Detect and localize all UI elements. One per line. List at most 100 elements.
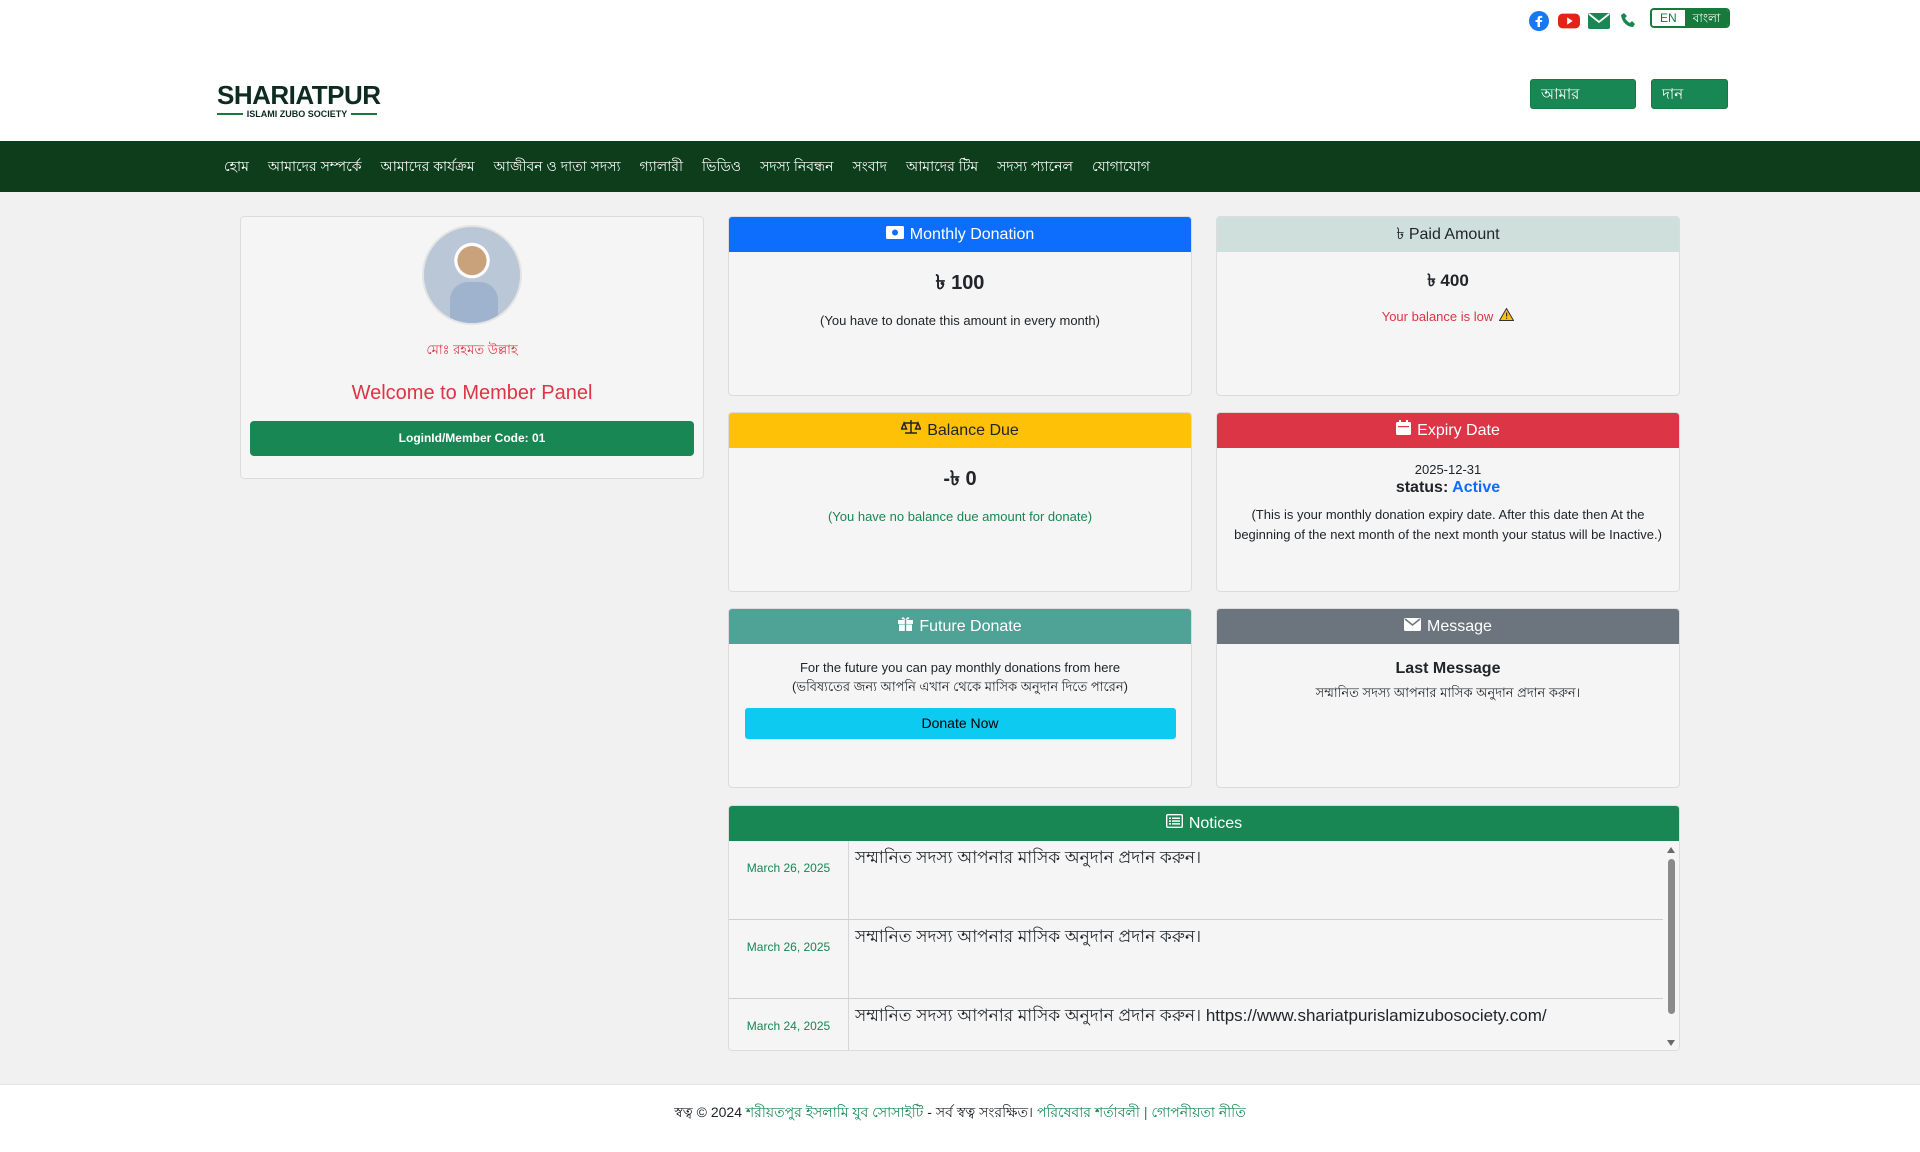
- footer-terms-link[interactable]: পরিষেবার শর্তাবলী: [1037, 1104, 1140, 1120]
- nav-gallery[interactable]: গ্যালারী: [640, 155, 684, 179]
- paid-amount-value: ৳ 400: [1427, 271, 1469, 290]
- balance-due-note: (You have no balance due amount for dona…: [827, 509, 1093, 524]
- language-switch: EN বাংলা: [1650, 8, 1731, 28]
- gift-icon: [898, 609, 914, 644]
- expiry-date-value: 2025-12-31: [1414, 462, 1482, 477]
- future-donate-line1: For the future you can pay monthly donat…: [799, 660, 1121, 675]
- balance-due-title: Balance Due: [927, 422, 1019, 439]
- status-line: status: Active: [1217, 479, 1679, 497]
- notice-text: সম্মানিত সদস্য আপনার মাসিক অনুদান প্রদান…: [855, 927, 1202, 946]
- donate-button[interactable]: দান করুন: [1651, 79, 1728, 133]
- message-title: Message: [1427, 618, 1492, 635]
- future-donate-title: Future Donate: [919, 618, 1022, 635]
- notice-row[interactable]: March 26, 2025 সম্মানিত সদস্য আপনার মাসি…: [729, 920, 1665, 999]
- notice-row[interactable]: March 24, 2025 সম্মানিত সদস্য আপনার মাসি…: [729, 999, 1665, 1050]
- balance-due-header: Balance Due: [729, 413, 1191, 448]
- youtube-icon[interactable]: [1558, 10, 1580, 32]
- balance-low-warning: Your balance is low: [1217, 307, 1679, 324]
- footer-rights: - সর্ব স্বত্ব সংরক্ষিত।: [927, 1104, 1033, 1120]
- profile-card: মোঃ রহমত উল্লাহ Welcome to Member Panel …: [240, 216, 704, 479]
- phone-icon[interactable]: [1618, 10, 1640, 32]
- paid-amount-header: ৳ Paid Amount: [1217, 217, 1679, 252]
- footer-copyright: স্বত্ব © 2024: [674, 1104, 742, 1120]
- footer: স্বত্ব © 2024 শরীয়তপুর ইসলামি যুব সোসাই…: [0, 1084, 1920, 1152]
- logo-divider: [217, 113, 243, 115]
- nav-activities[interactable]: আমাদের কার্যক্রম: [381, 155, 475, 179]
- lang-en-button[interactable]: EN: [1652, 10, 1685, 26]
- notice-row[interactable]: March 26, 2025 সম্মানিত সদস্য আপনার মাসি…: [729, 841, 1665, 920]
- money-icon: [885, 217, 904, 252]
- nav-our-team[interactable]: আমাদের টিম: [906, 155, 978, 179]
- status-value: Active: [1452, 479, 1501, 496]
- future-donate-card: Future Donate For the future you can pay…: [728, 608, 1192, 788]
- email-icon[interactable]: [1588, 10, 1610, 32]
- notices-header: Notices: [729, 806, 1679, 841]
- balance-low-text: Your balance is low: [1381, 308, 1494, 324]
- future-donate-header: Future Donate: [729, 609, 1191, 644]
- monthly-donation-card: Monthly Donation ৳ 100 (You have to dona…: [728, 216, 1192, 396]
- envelope-icon: [1404, 609, 1422, 644]
- monthly-donation-note: (You have to donate this amount in every…: [820, 313, 1100, 328]
- nav-member-registration[interactable]: সদস্য নিবন্ধন: [760, 155, 833, 179]
- avatar: [422, 225, 522, 325]
- lang-bn-button[interactable]: বাংলা: [1684, 10, 1729, 26]
- footer-org-link[interactable]: শরীয়তপুর ইসলামি যুব সোসাইটি: [746, 1104, 923, 1120]
- list-icon: [1165, 806, 1183, 841]
- calendar-icon: [1396, 413, 1412, 448]
- footer-privacy-link[interactable]: গোপনীয়তা নীতি: [1151, 1104, 1245, 1120]
- welcome-text: Welcome to Member Panel: [351, 382, 593, 404]
- balance-due-amount: -৳ 0: [943, 468, 977, 490]
- nav-contact[interactable]: যোগাযোগ: [1092, 155, 1150, 179]
- member-name: মোঃ রহমত উল্লাহ: [426, 342, 518, 357]
- login-code-badge: LoginId/Member Code: 01: [250, 421, 694, 456]
- expiry-date-card: Expiry Date 2025-12-31 status: Active (T…: [1216, 412, 1680, 592]
- notices-title: Notices: [1188, 815, 1243, 832]
- notice-date: March 26, 2025: [729, 920, 849, 998]
- site-logo[interactable]: SHARIATPUR ISLAMI ZUBO SOCIETY: [217, 80, 381, 119]
- nav-member-panel[interactable]: সদস্য প্যানেল: [997, 155, 1073, 179]
- monthly-donation-header: Monthly Donation: [729, 217, 1191, 252]
- monthly-donation-title: Monthly Donation: [909, 226, 1035, 243]
- notice-date: March 24, 2025: [729, 999, 849, 1050]
- top-header: EN বাংলা SHARIATPUR ISLAMI ZUBO SOCIETY …: [0, 0, 1920, 141]
- nav-video[interactable]: ভিডিও: [702, 155, 741, 179]
- nav-home[interactable]: হোম: [224, 155, 249, 179]
- scroll-down-icon[interactable]: [1667, 1040, 1675, 1046]
- status-label: status:: [1395, 479, 1449, 496]
- message-header: Message: [1217, 609, 1679, 644]
- logo-sub: ISLAMI ZUBO SOCIETY: [217, 109, 378, 119]
- nav-news[interactable]: সংবাদ: [852, 155, 886, 179]
- warning-icon: [1498, 307, 1515, 324]
- scroll-up-icon[interactable]: [1667, 847, 1675, 853]
- paid-amount-card: ৳ Paid Amount ৳ 400 Your balance is low: [1216, 216, 1680, 396]
- social-links: [1528, 10, 1640, 32]
- footer-separator: |: [1143, 1104, 1148, 1120]
- scroll-thumb[interactable]: [1668, 859, 1675, 1014]
- expiry-date-title: Expiry Date: [1417, 422, 1500, 439]
- logo-main-text: SHARIATPUR: [217, 80, 381, 110]
- my-account-button[interactable]: আমার একাউন্ট: [1530, 79, 1636, 133]
- notices-scrollbar[interactable]: [1663, 841, 1679, 1050]
- notice-date: March 26, 2025: [729, 841, 849, 919]
- last-message-text: সম্মানিত সদস্য আপনার মাসিক অনুদান প্রদান…: [1315, 685, 1581, 700]
- main-nav: হোম আমাদের সম্পর্কে আমাদের কার্যক্রম আজী…: [0, 141, 1920, 192]
- logo-sub-text: ISLAMI ZUBO SOCIETY: [246, 109, 348, 119]
- notice-text: সম্মানিত সদস্য আপনার মাসিক অনুদান প্রদান…: [855, 848, 1202, 867]
- nav-lifetime-members[interactable]: আজীবন ও দাতা সদস্য: [494, 155, 621, 179]
- notice-text: সম্মানিত সদস্য আপনার মাসিক অনুদান প্রদান…: [855, 1006, 1547, 1025]
- nav-about[interactable]: আমাদের সম্পর্কে: [268, 155, 362, 179]
- expiry-note: (This is your monthly donation expiry da…: [1234, 507, 1662, 542]
- future-donate-line2: (ভবিষ্যতের জন্য আপনি এখান থেকে মাসিক অনু…: [792, 679, 1128, 694]
- balance-due-card: Balance Due -৳ 0 (You have no balance du…: [728, 412, 1192, 592]
- message-card: Message Last Message সম্মানিত সদস্য আপনা…: [1216, 608, 1680, 788]
- monthly-donation-amount: ৳ 100: [935, 272, 985, 294]
- facebook-icon[interactable]: [1528, 10, 1550, 32]
- paid-amount-title: ৳ Paid Amount: [1396, 226, 1500, 243]
- expiry-date-header: Expiry Date: [1217, 413, 1679, 448]
- donate-now-button[interactable]: Donate Now: [744, 708, 1176, 739]
- notices-card: Notices March 26, 2025 সম্মানিত সদস্য আপ…: [728, 805, 1680, 1051]
- notices-list: March 26, 2025 সম্মানিত সদস্য আপনার মাসি…: [729, 841, 1665, 1050]
- last-message-heading: Last Message: [1395, 660, 1501, 677]
- scale-icon: [900, 413, 922, 448]
- logo-divider: [351, 113, 378, 115]
